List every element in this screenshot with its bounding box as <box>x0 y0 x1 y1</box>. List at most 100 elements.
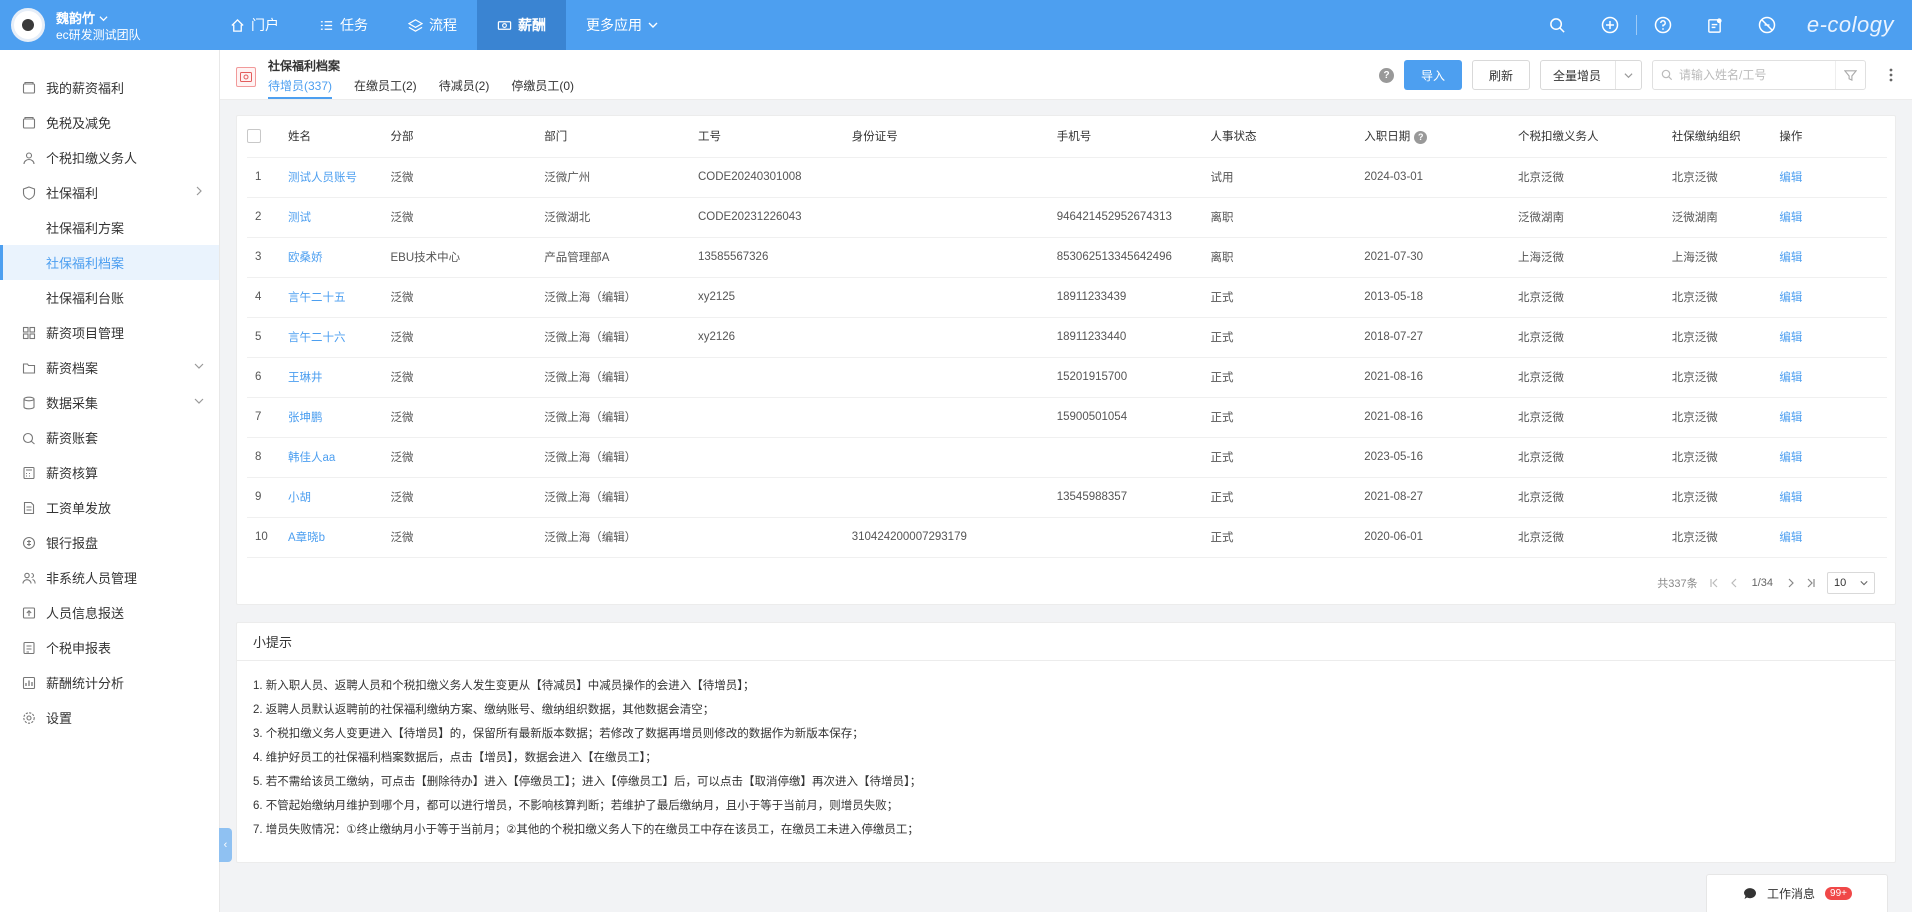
sidebar-item-2[interactable]: 免税及减免 <box>0 105 219 140</box>
help-icon[interactable]: ? <box>1414 130 1428 144</box>
last-page-icon[interactable] <box>1806 578 1816 588</box>
search-button[interactable] <box>1532 0 1584 50</box>
nav-more-apps[interactable]: 更多应用 <box>566 0 678 50</box>
help-button[interactable] <box>1637 0 1689 50</box>
filter-icon[interactable] <box>1835 61 1865 89</box>
sidebar-item-5[interactable]: 社保福利方案 <box>0 210 219 245</box>
sidebar-item-19[interactable]: 设置 <box>0 700 219 735</box>
column-header[interactable]: 工号 <box>698 116 852 158</box>
nav-portal[interactable]: 门户 <box>210 0 299 50</box>
sidebar-item-3[interactable]: 个税扣缴义务人 <box>0 140 219 175</box>
employee-name-link[interactable]: 言午二十五 <box>288 292 346 304</box>
column-header[interactable]: 姓名 <box>288 116 391 158</box>
employee-name-link[interactable]: 张坤鹏 <box>288 412 323 424</box>
cell-withholder: 北京泛微 <box>1518 277 1672 318</box>
employee-name-link[interactable]: A章晓b <box>288 532 325 544</box>
refresh-button[interactable]: 刷新 <box>1472 60 1530 90</box>
sidebar-item-6[interactable]: 社保福利档案 <box>0 245 219 280</box>
column-header[interactable]: 手机号 <box>1056 116 1211 158</box>
import-button[interactable]: 导入 <box>1404 60 1462 90</box>
prev-page-icon[interactable] <box>1729 578 1739 588</box>
column-header[interactable]: 身份证号 <box>851 116 1057 158</box>
table-row[interactable]: 8 韩佳人aa 泛微 泛微上海（编辑） 正式 2023-05-16 北京泛微 北京泛微 编辑 <box>247 437 1887 478</box>
column-header[interactable]: 部门 <box>544 116 698 158</box>
table-row[interactable]: 9 小胡 泛微 泛微上海（编辑） 13545988357 正式 2021-08-27 北京泛微… <box>247 477 1887 518</box>
employee-name-link[interactable]: 言午二十六 <box>288 332 346 344</box>
sidebar-item-7[interactable]: 社保福利台账 <box>0 280 219 315</box>
edit-link[interactable]: 编辑 <box>1779 252 1802 264</box>
next-page-icon[interactable] <box>1786 578 1796 588</box>
employee-name-link[interactable]: 王琳井 <box>288 372 323 384</box>
nav-salary[interactable]: 薪酬 <box>477 0 566 50</box>
help-icon[interactable]: ? <box>1379 67 1394 83</box>
sidebar-item-11[interactable]: 薪资账套 <box>0 420 219 455</box>
add-scope-select[interactable]: 全量增员 <box>1540 60 1642 90</box>
sidebar-item-label: 个税扣缴义务人 <box>46 151 138 166</box>
sidebar-item-18[interactable]: 薪酬统计分析 <box>0 665 219 700</box>
sidebar-item-12[interactable]: 薪资核算 <box>0 455 219 490</box>
column-header[interactable]: 个税扣缴义务人 <box>1518 116 1672 158</box>
column-header[interactable]: 分部 <box>390 116 545 158</box>
cell-withholder: 北京泛微 <box>1518 157 1672 198</box>
nav-workflow[interactable]: 流程 <box>388 0 477 50</box>
sidebar-item-4[interactable]: 社保福利 <box>0 175 219 210</box>
user-team-switcher[interactable]: 魏韵竹 ec研发测试团队 <box>8 6 220 44</box>
column-header[interactable]: 人事状态 <box>1210 116 1365 158</box>
edit-link[interactable]: 编辑 <box>1779 172 1802 184</box>
sidebar-item-16[interactable]: 人员信息报送 <box>0 595 219 630</box>
select-all-checkbox[interactable] <box>247 129 261 144</box>
employee-name-link[interactable]: 小胡 <box>288 492 311 504</box>
edit-link[interactable]: 编辑 <box>1779 292 1802 304</box>
table-row[interactable]: 3 欧桑娇 EBU技术中心 产品管理部A 13585567326 853062513345… <box>247 237 1887 278</box>
cell-branch: 泛微 <box>390 477 545 518</box>
table-row[interactable]: 5 言午二十六 泛微 泛微上海（编辑） xy2126 18911233440 正式 2018-… <box>247 317 1887 358</box>
table-row[interactable]: 2 测试 泛微 泛微湖北 CODE20231226043 9464214529526743… <box>247 197 1887 238</box>
notice-button[interactable] <box>1689 0 1741 50</box>
help-icon <box>1654 16 1672 34</box>
create-button[interactable] <box>1584 0 1636 50</box>
sidebar-item-13[interactable]: 工资单发放 <box>0 490 219 525</box>
column-header[interactable]: 社保缴纳组织 <box>1671 116 1780 158</box>
edit-link[interactable]: 编辑 <box>1779 452 1802 464</box>
nav-tasks[interactable]: 任务 <box>299 0 388 50</box>
sidebar-item-8[interactable]: 薪资项目管理 <box>0 315 219 350</box>
edit-link[interactable]: 编辑 <box>1779 492 1802 504</box>
column-header[interactable]: 入职日期? <box>1364 116 1518 158</box>
edit-link[interactable]: 编辑 <box>1779 372 1802 384</box>
table-row[interactable]: 7 张坤鹏 泛微 泛微上海（编辑） 15900501054 正式 2021-08-16 北京泛… <box>247 397 1887 438</box>
tab-paying[interactable]: 在缴员工(2) <box>354 77 417 99</box>
edit-link[interactable]: 编辑 <box>1779 412 1802 424</box>
search-input[interactable] <box>1675 62 1835 88</box>
first-page-icon[interactable] <box>1709 578 1719 588</box>
edit-link[interactable]: 编辑 <box>1779 212 1802 224</box>
tab-pending-add[interactable]: 待增员(337) <box>268 77 333 99</box>
dnd-button[interactable] <box>1741 0 1793 50</box>
user-avatar[interactable] <box>11 8 45 42</box>
chevron-down-icon <box>193 360 205 375</box>
page-size-select[interactable]: 10 <box>1827 572 1875 594</box>
edit-link[interactable]: 编辑 <box>1779 332 1802 344</box>
more-vertical-icon[interactable] <box>1878 60 1904 90</box>
table-row[interactable]: 4 言午二十五 泛微 泛微上海（编辑） xy2125 18911233439 正式 2013-… <box>247 277 1887 318</box>
tab-pending-remove[interactable]: 待减员(2) <box>439 77 490 99</box>
table-row[interactable]: 6 王琳井 泛微 泛微上海（编辑） 15201915700 正式 2021-08-16 北京泛… <box>247 357 1887 398</box>
tab-stopped[interactable]: 停缴员工(0) <box>511 77 574 99</box>
table-row[interactable]: 10 A章晓b 泛微 泛微上海（编辑） 310424200007293179 正式 2020… <box>247 517 1887 558</box>
work-message-button[interactable]: 工作消息 99+ <box>1706 874 1888 912</box>
sidebar-item-1[interactable]: 我的薪资福利 <box>0 70 219 105</box>
edit-link[interactable]: 编辑 <box>1779 532 1802 544</box>
user-name[interactable]: 魏韵竹 <box>56 8 108 27</box>
tips-panel: 小提示 1. 新入职人员、返聘人员和个税扣缴义务人发生变更从【待减员】中减员操作… <box>236 622 1896 863</box>
sidebar-collapse-handle[interactable]: ‹ <box>219 828 232 862</box>
sidebar-item-17[interactable]: 个税申报表 <box>0 630 219 665</box>
employee-name-link[interactable]: 欧桑娇 <box>288 252 323 264</box>
table-row[interactable]: 1 测试人员账号 泛微 泛微广州 CODE20240301008 试用 2024-03-01… <box>247 157 1887 198</box>
sidebar-item-14[interactable]: 银行报盘 <box>0 525 219 560</box>
cell-no: 10 <box>247 517 288 558</box>
employee-name-link[interactable]: 测试 <box>288 212 311 224</box>
sidebar-item-15[interactable]: 非系统人员管理 <box>0 560 219 595</box>
sidebar-item-9[interactable]: 薪资档案 <box>0 350 219 385</box>
sidebar-item-10[interactable]: 数据采集 <box>0 385 219 420</box>
employee-name-link[interactable]: 测试人员账号 <box>288 172 357 184</box>
employee-name-link[interactable]: 韩佳人aa <box>288 452 335 464</box>
